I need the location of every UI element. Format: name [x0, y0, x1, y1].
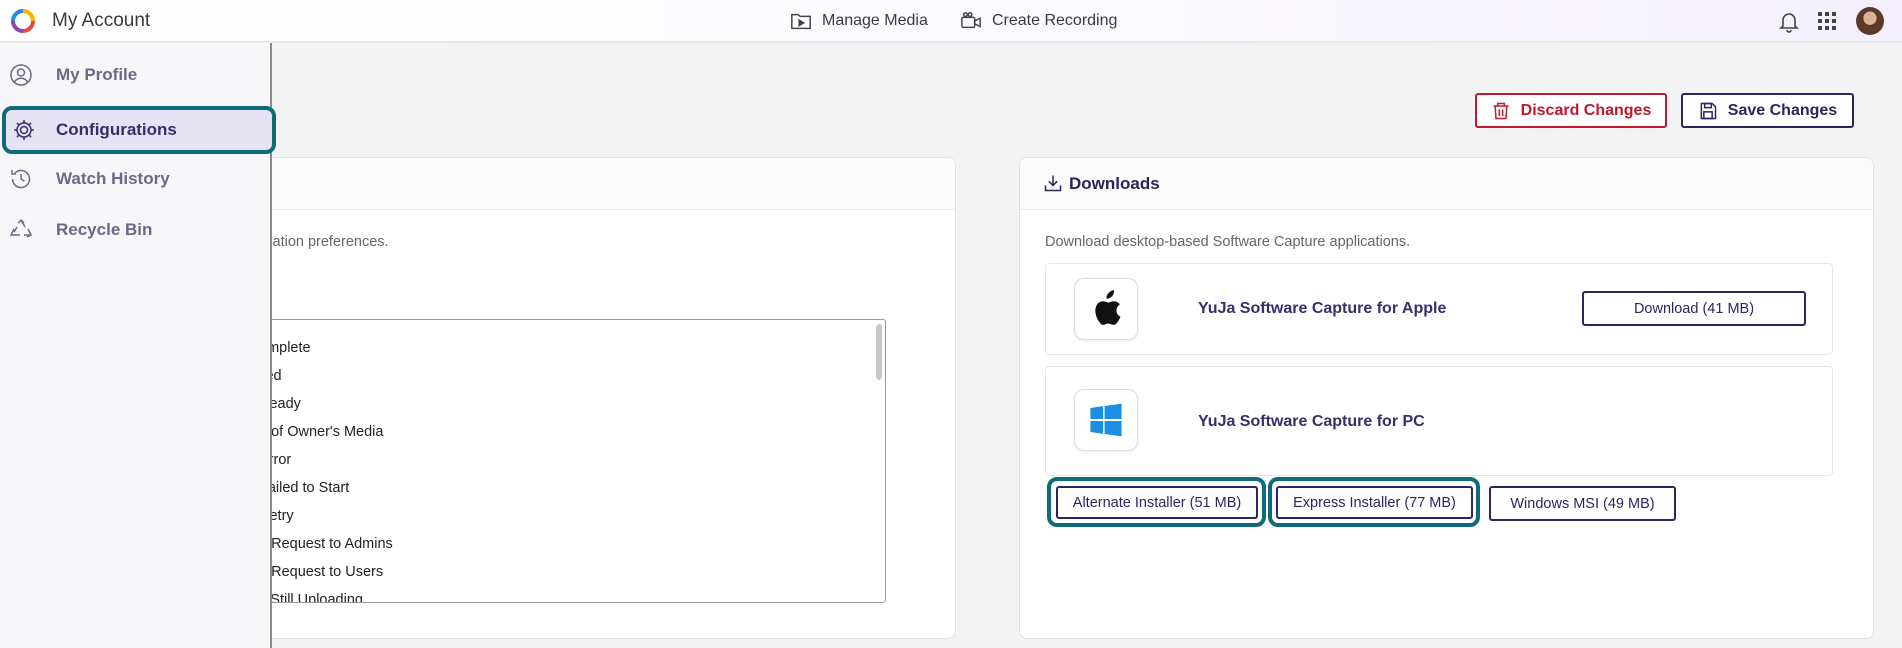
notifications-card-header	[259, 158, 955, 210]
sidebar-item-recycle-bin[interactable]: Recycle Bin	[0, 207, 272, 253]
create-recording-link[interactable]: Create Recording	[960, 10, 1117, 32]
download-icon	[1044, 175, 1062, 192]
create-recording-label: Create Recording	[992, 12, 1118, 29]
windows-msi-button[interactable]: Windows MSI (49 MB)	[1489, 486, 1676, 521]
list-scrollbar[interactable]	[875, 322, 883, 602]
trash-icon	[1493, 102, 1509, 119]
manage-media-label: Manage Media	[822, 12, 928, 29]
save-changes-label: Save Changes	[1727, 101, 1838, 119]
sidebar-item-label: My Profile	[56, 65, 138, 84]
notifications-description: fication preferences.	[258, 234, 389, 250]
pc-app-row: YuJa Software Capture for PC	[1045, 366, 1833, 476]
save-icon	[1700, 102, 1717, 119]
downloads-title: Downloads	[1069, 174, 1160, 193]
play-folder-icon	[791, 13, 811, 30]
user-circle-icon	[10, 64, 32, 86]
page-title: My Account	[52, 10, 151, 31]
save-changes-button[interactable]: Save Changes	[1681, 93, 1854, 128]
history-icon	[11, 169, 31, 189]
manage-media-link[interactable]: Manage Media	[790, 10, 928, 32]
express-installer-button[interactable]: Express Installer (77 MB)	[1276, 486, 1473, 519]
sidebar-item-watch-history[interactable]: Watch History	[0, 156, 272, 202]
top-bar: My Account Manage Media Create Recording	[0, 0, 1902, 42]
discard-changes-button[interactable]: Discard Changes	[1475, 93, 1667, 128]
sidebar: My Profile Configurations Watch History …	[0, 43, 276, 648]
sidebar-item-label: Configurations	[56, 120, 177, 139]
windows-logo-icon	[1074, 389, 1138, 451]
gear-icon	[14, 120, 34, 140]
video-camera-icon	[961, 12, 981, 29]
sidebar-item-my-profile[interactable]: My Profile	[0, 52, 272, 98]
pc-app-name: YuJa Software Capture for PC	[1198, 413, 1425, 430]
list-item[interactable]: Failed to Start	[259, 480, 349, 496]
sidebar-item-configurations[interactable]: Configurations	[2, 106, 276, 154]
downloads-description: Download desktop-based Software Capture …	[1045, 234, 1411, 250]
apps-grid-icon[interactable]	[1815, 9, 1839, 33]
apple-logo-icon	[1074, 278, 1138, 340]
discard-changes-label: Discard Changes	[1520, 101, 1652, 119]
list-item[interactable]: n Request to Users	[259, 564, 383, 580]
download-apple-button[interactable]: Download (41 MB)	[1582, 291, 1806, 326]
bell-icon[interactable]	[1777, 9, 1801, 33]
list-item[interactable]: s Still Uploading	[259, 592, 363, 602]
apple-app-name: YuJa Software Capture for Apple	[1198, 300, 1447, 317]
recycle-icon	[9, 218, 33, 238]
alternate-installer-button[interactable]: Alternate Installer (51 MB)	[1056, 486, 1258, 519]
app-logo-icon[interactable]	[10, 8, 36, 34]
list-item[interactable]: n of Owner's Media	[259, 424, 383, 440]
list-item[interactable]: n Request to Admins	[259, 536, 393, 552]
scrollbar-thumb[interactable]	[876, 324, 882, 380]
user-avatar[interactable]	[1856, 7, 1884, 35]
sidebar-item-label: Recycle Bin	[56, 220, 153, 239]
notification-options-list[interactable]: omplete iled Ready n of Owner's Media Er…	[258, 319, 886, 603]
sidebar-item-label: Watch History	[56, 169, 170, 188]
